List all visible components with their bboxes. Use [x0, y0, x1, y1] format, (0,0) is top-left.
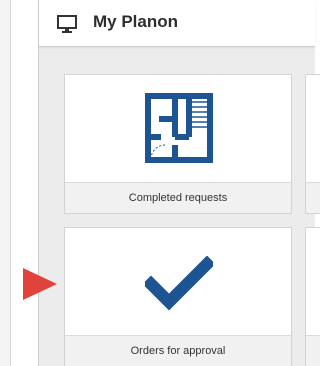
checkmark-icon [145, 256, 213, 311]
tile-footer [306, 182, 320, 213]
left-rail [0, 0, 11, 366]
floor-plan-icon [145, 93, 213, 163]
tile-label: Orders for approval [65, 335, 291, 366]
tile-partial-right[interactable] [305, 74, 320, 214]
tile-partial-right[interactable] [305, 227, 320, 366]
monitor-icon [57, 15, 77, 33]
my-planon-panel: My Planon Completed requests Orders for … [38, 0, 320, 366]
tile-completed-requests[interactable]: Completed requests [64, 74, 292, 214]
panel-header: My Planon [39, 0, 315, 47]
tile-label: Completed requests [65, 182, 291, 213]
page-title: My Planon [93, 12, 179, 31]
tile-footer [306, 335, 320, 366]
tile-orders-for-approval[interactable]: Orders for approval [64, 227, 292, 366]
red-pointer-arrow [23, 268, 57, 300]
